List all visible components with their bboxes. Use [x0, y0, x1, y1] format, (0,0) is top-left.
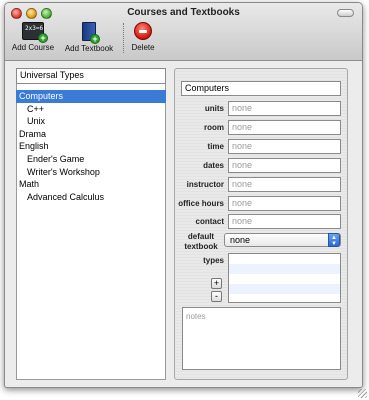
toolbar-separator — [123, 23, 124, 53]
units-field[interactable]: none — [228, 101, 341, 116]
add-type-button[interactable]: + — [211, 278, 222, 289]
remove-type-button[interactable]: - — [211, 291, 222, 302]
course-name-field[interactable]: Computers — [181, 81, 341, 96]
default-textbook-value: none — [230, 235, 251, 245]
resize-grip-icon[interactable] — [358, 389, 367, 398]
instructor-field[interactable]: none — [228, 177, 341, 192]
dates-field[interactable]: none — [228, 158, 341, 173]
outline-item-english[interactable]: English — [16, 140, 166, 153]
types-label: types — [203, 256, 224, 265]
course-outline-list: Computers C++ Unix Drama English Ender's… — [16, 90, 166, 203]
notes-field[interactable]: notes — [182, 307, 341, 370]
room-field[interactable]: none — [228, 120, 341, 135]
add-course-icon-text: 2x3=6 — [25, 25, 44, 32]
delete-button[interactable]: Delete — [129, 22, 157, 52]
time-field[interactable]: none — [228, 139, 341, 154]
default-textbook-popup[interactable]: none ▲ ▼ — [224, 233, 341, 247]
outline-item-writers-workshop[interactable]: Writer's Workshop — [16, 166, 166, 179]
add-course-label: Add Course — [11, 43, 55, 52]
room-label: room — [204, 123, 224, 132]
window-title: Courses and Textbooks — [127, 7, 240, 18]
outline-item-cpp[interactable]: C++ — [16, 103, 166, 116]
time-label: time — [207, 142, 224, 151]
units-label: units — [204, 104, 224, 113]
outline-item-unix[interactable]: Unix — [16, 115, 166, 128]
toolbar-toggle-button[interactable] — [337, 9, 354, 17]
delete-icon — [134, 22, 152, 40]
default-textbook-label: default textbook — [184, 232, 218, 251]
outline-item-enders-game[interactable]: Ender's Game — [16, 153, 166, 166]
office-hours-field[interactable]: none — [228, 196, 341, 211]
outline-item-advanced-calculus[interactable]: Advanced Calculus — [16, 191, 166, 204]
outline-filter-field[interactable]: Universal Types — [16, 68, 166, 84]
popup-arrows-icon: ▲ ▼ — [328, 233, 340, 247]
outline-item-math[interactable]: Math — [16, 178, 166, 191]
add-course-button[interactable]: 2x3=6 + Add Course — [11, 22, 55, 52]
textbook-icon: + — [82, 22, 100, 44]
plus-icon: + — [38, 33, 48, 43]
types-list[interactable] — [228, 253, 341, 303]
add-textbook-label: Add Textbook — [64, 44, 114, 53]
add-course-icon: 2x3=6 + — [22, 22, 48, 43]
contact-field[interactable]: none — [228, 214, 341, 229]
contact-label: contact — [195, 217, 224, 226]
title-toolbar: Courses and Textbooks 2x3=6 + Add Course… — [5, 3, 362, 61]
office-hours-label: office hours — [178, 199, 224, 208]
outline-item-drama[interactable]: Drama — [16, 128, 166, 141]
plus-icon: + — [90, 34, 100, 44]
delete-label: Delete — [131, 43, 155, 52]
instructor-label: instructor — [186, 180, 224, 189]
outline-item-computers[interactable]: Computers — [16, 90, 166, 103]
add-textbook-button[interactable]: + Add Textbook — [61, 22, 117, 53]
dates-label: dates — [203, 161, 224, 170]
